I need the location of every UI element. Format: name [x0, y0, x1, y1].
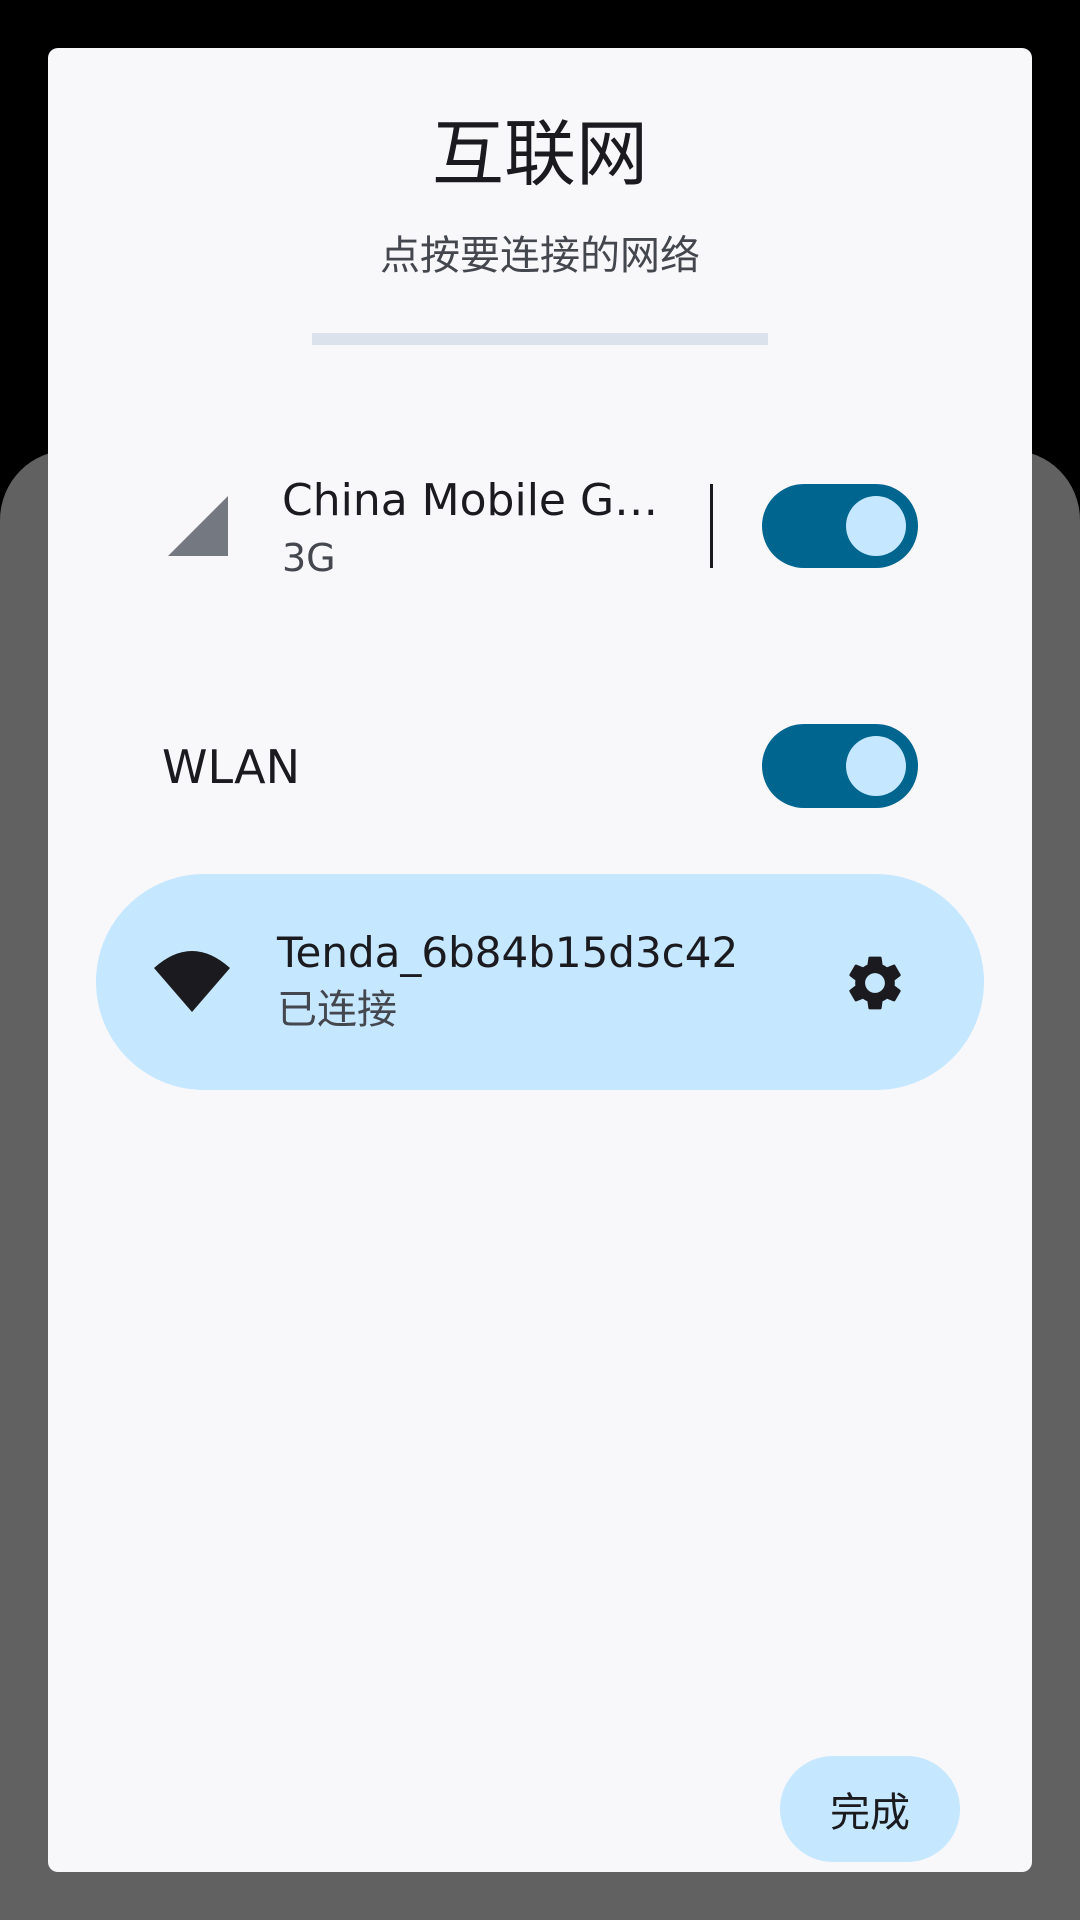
mobile-data-toggle[interactable]	[762, 484, 918, 568]
wifi-icon	[154, 951, 230, 1012]
mobile-network-name[interactable]: China Mobile GS…	[282, 477, 682, 525]
wlan-label: WLAN	[162, 740, 301, 794]
wlan-toggle[interactable]	[762, 724, 918, 808]
row-divider	[710, 484, 713, 568]
gear-icon[interactable]	[842, 950, 908, 1016]
cell-signal-icon	[168, 496, 228, 556]
network-status: 已连接	[277, 987, 397, 1033]
progress-bar	[312, 333, 768, 345]
network-ssid: Tenda_6b84b15d3c42	[277, 928, 739, 977]
mobile-network-type: 3G	[282, 536, 336, 580]
done-button[interactable]: 完成	[780, 1756, 960, 1862]
dialog-subtitle: 点按要连接的网络	[380, 233, 700, 279]
dialog-title: 互联网	[431, 112, 648, 196]
toggle-knob	[846, 496, 906, 556]
toggle-knob	[846, 736, 906, 796]
